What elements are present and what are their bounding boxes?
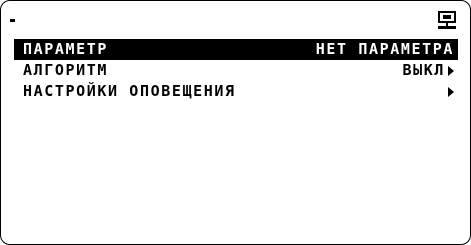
menu-item-algorithm[interactable]: АЛГОРИТМ ВЫКЛ xyxy=(14,60,458,81)
menu-item-label: ПАРАМЕТР xyxy=(23,40,109,58)
menu-item-label: АЛГОРИТМ xyxy=(23,61,109,79)
menu-item-value: НЕТ ПАРАМЕТРА xyxy=(315,40,454,58)
menu-item-value: ВЫКЛ xyxy=(402,61,445,79)
menu-item-notification-settings[interactable]: НАСТРОЙКИ ОПОВЕЩЕНИЯ xyxy=(14,81,458,102)
menu-item-label: НАСТРОЙКИ ОПОВЕЩЕНИЯ xyxy=(23,82,236,100)
menu-item-value-wrap: НЕТ ПАРАМЕТРА xyxy=(316,39,458,60)
chevron-right-icon xyxy=(448,65,454,76)
dash-icon xyxy=(10,19,15,22)
menu-item-value-wrap xyxy=(445,86,458,97)
menu-list: ПАРАМЕТР НЕТ ПАРАМЕТРА АЛГОРИТМ ВЫКЛ НАС… xyxy=(14,39,458,102)
menu-item-parameter[interactable]: ПАРАМЕТР НЕТ ПАРАМЕТРА xyxy=(14,39,458,60)
menu-item-value-wrap: ВЫКЛ xyxy=(402,60,458,81)
lcd-screen: ПАРАМЕТР НЕТ ПАРАМЕТРА АЛГОРИТМ ВЫКЛ НАС… xyxy=(0,0,471,245)
chevron-right-icon xyxy=(448,86,454,97)
device-icon xyxy=(438,11,456,29)
